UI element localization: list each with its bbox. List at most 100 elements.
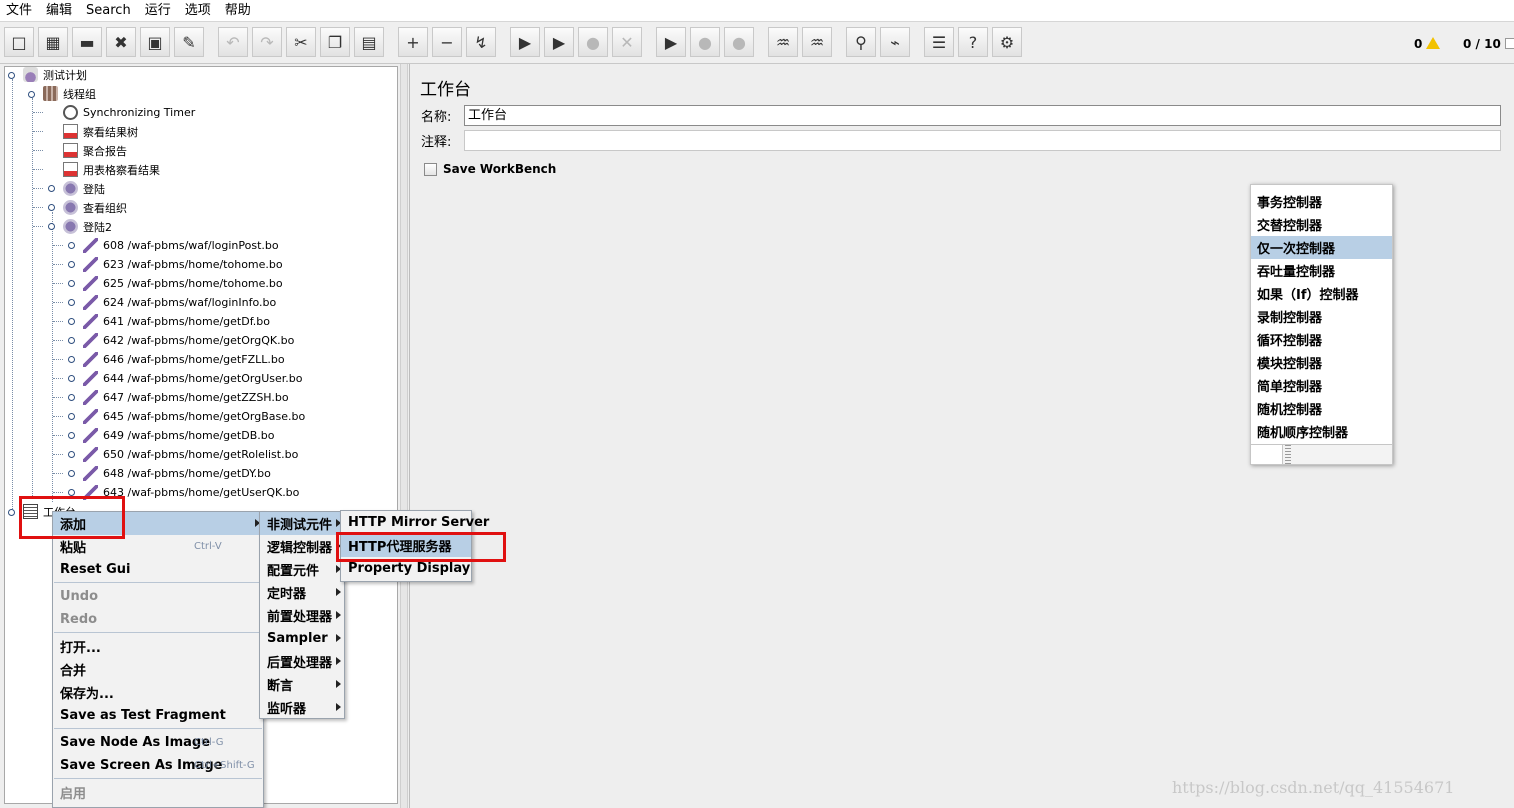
tree-sampler-13[interactable]: 643 /waf-pbms/home/getUserQK.bo <box>83 483 299 502</box>
new-icon[interactable]: □ <box>4 27 34 57</box>
add-submenu-item-6[interactable]: 后置处理器 <box>260 650 344 673</box>
logic-controller-item-2[interactable]: 仅一次控制器 <box>1251 236 1392 259</box>
function-helper-icon[interactable]: ☰ <box>924 27 954 57</box>
paste-icon[interactable]: ▤ <box>354 27 384 57</box>
logic-controller-item-1[interactable]: 交替控制器 <box>1251 213 1392 236</box>
expand-handle[interactable] <box>68 470 75 477</box>
remote-stop-icon[interactable]: ● <box>690 27 720 57</box>
remote-exit-icon[interactable]: ● <box>724 27 754 57</box>
context-menu-item-0[interactable]: 添加 <box>53 512 263 535</box>
context-menu-item-1[interactable]: 粘贴 Ctrl-V <box>53 535 263 558</box>
expand-handle[interactable] <box>68 394 75 401</box>
logic-controller-item-10[interactable]: 随机顺序控制器 <box>1251 420 1392 443</box>
log-toggle[interactable] <box>1505 38 1514 49</box>
expand-handle[interactable] <box>68 413 75 420</box>
warning-counter[interactable]: 0 <box>1414 37 1441 51</box>
tree-sampler-12[interactable]: 648 /waf-pbms/home/getDY.bo <box>83 464 271 483</box>
redo-icon[interactable]: ↷ <box>252 27 282 57</box>
expand-handle[interactable] <box>48 185 55 192</box>
undo-icon[interactable]: ↶ <box>218 27 248 57</box>
expand-handle[interactable] <box>68 261 75 268</box>
comment-field[interactable] <box>464 130 1501 151</box>
expand-handle[interactable] <box>48 204 55 211</box>
help-icon[interactable]: ? <box>958 27 988 57</box>
context-menu-item-12[interactable]: Save Node As Image Ctrl-G <box>53 731 263 754</box>
add-submenu-item-8[interactable]: 监听器 <box>260 696 344 719</box>
expand-handle[interactable] <box>68 337 75 344</box>
expand-icon[interactable]: + <box>398 27 428 57</box>
context-menu-item-10[interactable]: Save as Test Fragment <box>53 704 263 727</box>
logic-controller-item-4[interactable]: 如果（If）控制器 <box>1251 282 1392 305</box>
add-submenu-item-7[interactable]: 断言 <box>260 673 344 696</box>
non-test-submenu-item-0[interactable]: HTTP Mirror Server <box>341 511 489 534</box>
menu-3[interactable]: 运行 <box>139 0 179 22</box>
context-menu-item-2[interactable]: Reset Gui <box>53 558 263 581</box>
expand-handle[interactable] <box>8 72 15 79</box>
logic-controller-item-6[interactable]: 循环控制器 <box>1251 328 1392 351</box>
context-menu-item-7[interactable]: 打开... <box>53 635 263 658</box>
context-menu-item-13[interactable]: Save Screen As Image Ctrl+Shift-G <box>53 754 263 777</box>
tree-node-4[interactable]: 登陆 <box>63 179 105 198</box>
clear-icon[interactable]: ♒ <box>768 27 798 57</box>
remote-start-icon[interactable]: ▶ <box>656 27 686 57</box>
templates-icon[interactable]: ▦ <box>38 27 68 57</box>
tree-sampler-11[interactable]: 650 /waf-pbms/home/getRolelist.bo <box>83 445 298 464</box>
menu-0[interactable]: 文件 <box>0 0 40 22</box>
expand-handle[interactable] <box>68 280 75 287</box>
stop-icon[interactable]: ● <box>578 27 608 57</box>
expand-handle[interactable] <box>68 242 75 249</box>
tree-sampler-4[interactable]: 641 /waf-pbms/home/getDf.bo <box>83 312 270 331</box>
logic-controller-item-5[interactable]: 录制控制器 <box>1251 305 1392 328</box>
expand-handle[interactable] <box>68 432 75 439</box>
reset-search-icon[interactable]: ⌁ <box>880 27 910 57</box>
menu-1[interactable]: 编辑 <box>40 0 80 22</box>
add-submenu-item-5[interactable]: Sampler <box>260 627 344 650</box>
tree-sampler-10[interactable]: 649 /waf-pbms/home/getDB.bo <box>83 426 274 445</box>
expand-handle[interactable] <box>68 451 75 458</box>
log-icon[interactable]: ⚙ <box>992 27 1022 57</box>
menu-4[interactable]: 选项 <box>179 0 219 22</box>
logic-controller-item-8[interactable]: 简单控制器 <box>1251 374 1392 397</box>
context-menu-item-8[interactable]: 合并 <box>53 658 263 681</box>
logic-controller-item-0[interactable]: 事务控制器 <box>1251 190 1392 213</box>
checkbox-box[interactable] <box>424 162 437 176</box>
cut-icon[interactable]: ✂ <box>286 27 316 57</box>
tree-node-5[interactable]: 查看组织 <box>63 198 127 217</box>
start-no-timers-icon[interactable]: ▶ <box>544 27 574 57</box>
expand-handle[interactable] <box>28 91 35 98</box>
expand-handle[interactable] <box>48 223 55 230</box>
tree-sampler-9[interactable]: 645 /waf-pbms/home/getOrgBase.bo <box>83 407 305 426</box>
add-submenu-item-4[interactable]: 前置处理器 <box>260 604 344 627</box>
search-icon[interactable]: ⚲ <box>846 27 876 57</box>
tree-node-2[interactable]: 聚合报告 <box>63 141 127 160</box>
tree-node-6[interactable]: 登陆2 <box>63 217 112 236</box>
context-menu-item-9[interactable]: 保存为... <box>53 681 263 704</box>
tree-sampler-3[interactable]: 624 /waf-pbms/waf/loginInfo.bo <box>83 293 276 312</box>
expand-handle[interactable] <box>68 299 75 306</box>
menu-2[interactable]: Search <box>80 0 139 22</box>
non-test-submenu-item-2[interactable]: Property Display <box>341 557 471 580</box>
expand-handle[interactable] <box>68 356 75 363</box>
save-icon[interactable]: ▣ <box>140 27 170 57</box>
save-workbench-checkbox[interactable]: Save WorkBench <box>424 162 556 176</box>
collapse-icon[interactable]: − <box>432 27 462 57</box>
menu-5[interactable]: 帮助 <box>219 0 259 22</box>
logic-controller-item-7[interactable]: 模块控制器 <box>1251 351 1392 374</box>
tree-sampler-0[interactable]: 608 /waf-pbms/waf/loginPost.bo <box>83 236 279 255</box>
tree-sampler-2[interactable]: 625 /waf-pbms/home/tohome.bo <box>83 274 283 293</box>
add-submenu-item-3[interactable]: 定时器 <box>260 581 344 604</box>
logic-controller-item-9[interactable]: 随机控制器 <box>1251 397 1392 420</box>
non-test-submenu-item-1[interactable]: HTTP代理服务器 <box>341 534 471 557</box>
tree-sampler-7[interactable]: 644 /waf-pbms/home/getOrgUser.bo <box>83 369 303 388</box>
copy-icon[interactable]: ❐ <box>320 27 350 57</box>
add-submenu-item-1[interactable]: 逻辑控制器 <box>260 535 344 558</box>
tree-node-3[interactable]: 用表格察看结果 <box>63 160 160 179</box>
clear-all-icon[interactable]: ♒ <box>802 27 832 57</box>
add-submenu-item-0[interactable]: 非测试元件 <box>260 512 344 535</box>
name-field[interactable]: 工作台 <box>464 105 1501 126</box>
expand-handle[interactable] <box>68 375 75 382</box>
logic-controller-item-3[interactable]: 吞吐量控制器 <box>1251 259 1392 282</box>
tree-sampler-5[interactable]: 642 /waf-pbms/home/getOrgQK.bo <box>83 331 294 350</box>
tree-sampler-1[interactable]: 623 /waf-pbms/home/tohome.bo <box>83 255 283 274</box>
toggle-icon[interactable]: ↯ <box>466 27 496 57</box>
